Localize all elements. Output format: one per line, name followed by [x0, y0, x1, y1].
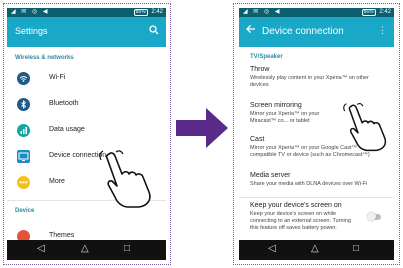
- data-usage-icon: [17, 124, 30, 137]
- tapping-hand-icon: [343, 103, 387, 152]
- nav-bar: ◁ △ □: [7, 240, 166, 260]
- battery-indicator: 86%: [133, 9, 148, 16]
- wifi-icon: [17, 72, 30, 85]
- device-connection-screen: ◢ ✉ ◎ ◀ 86% 2:42 Device connection ⋮ TV/…: [239, 8, 394, 260]
- settings-item-wifi[interactable]: Wi-Fi: [7, 66, 166, 92]
- home-icon[interactable]: △: [311, 243, 319, 254]
- setting-title: Media server: [250, 172, 291, 179]
- app-bar: Settings: [7, 17, 166, 47]
- setting-title: Keep your device's screen on: [250, 202, 342, 209]
- keep-screen-on-toggle[interactable]: [367, 212, 381, 221]
- settings-item-bluetooth[interactable]: Bluetooth: [7, 92, 166, 118]
- settings-item-label: Wi-Fi: [49, 74, 66, 81]
- settings-item-label: Bluetooth: [49, 100, 79, 107]
- more-icon: •••: [17, 176, 30, 189]
- recents-icon[interactable]: □: [124, 243, 130, 254]
- status-time: 2:42: [379, 9, 391, 15]
- settings-item-data-usage[interactable]: Data usage: [7, 118, 166, 144]
- setting-throw[interactable]: Throw Wirelessly play content in your Xp…: [250, 66, 385, 89]
- app-bar: Device connection ⋮: [239, 17, 394, 47]
- home-icon[interactable]: △: [81, 243, 89, 254]
- page-title: Device connection: [262, 26, 344, 37]
- battery-indicator: 86%: [361, 9, 376, 16]
- device-connection-icon: [17, 150, 30, 163]
- section-header-device: Device: [15, 208, 35, 214]
- status-time: 2:42: [151, 9, 163, 15]
- settings-item-label: Themes: [49, 232, 75, 239]
- tapping-hand-icon: [99, 150, 151, 208]
- settings-screen: ◢ ✉ ◎ ◀ 86% 2:42 Settings Wireless & net…: [7, 8, 166, 260]
- page-title: Settings: [15, 26, 48, 36]
- nav-bar: ◁ △ □: [239, 240, 394, 260]
- right-arrow-icon: [176, 108, 228, 148]
- search-icon[interactable]: [149, 25, 159, 38]
- divider: [239, 197, 394, 198]
- back-icon[interactable]: ◁: [268, 243, 276, 254]
- section-header-wireless: Wireless & networks: [15, 55, 74, 61]
- setting-description: Keep your device's screen on while conne…: [250, 211, 351, 231]
- overflow-menu-icon[interactable]: ⋮: [378, 25, 387, 36]
- setting-description: Wirelessly play content in your Xperia™ …: [250, 75, 369, 88]
- setting-media-server[interactable]: Media server Share your media with DLNA …: [250, 172, 385, 188]
- status-icons: ◢ ✉ ◎ ◀: [11, 9, 50, 15]
- status-right: 86% 2:42: [133, 8, 163, 17]
- settings-item-label: Device connection: [49, 152, 107, 159]
- setting-keep-screen-on[interactable]: Keep your device's screen on Keep your d…: [250, 202, 360, 232]
- settings-item-label: More: [49, 178, 65, 185]
- status-right: 86% 2:42: [361, 8, 391, 17]
- back-icon[interactable]: ◁: [37, 243, 45, 254]
- recents-icon[interactable]: □: [353, 243, 359, 254]
- status-bar: ◢ ✉ ◎ ◀ 86% 2:42: [7, 8, 166, 17]
- status-bar: ◢ ✉ ◎ ◀ 86% 2:42: [239, 8, 394, 17]
- section-header-tv-speaker: TV/Speaker: [250, 54, 283, 60]
- setting-description: Mirror your Xperia™ on your Miracast™ co…: [250, 111, 320, 124]
- status-icons: ◢ ✉ ◎ ◀: [243, 9, 282, 15]
- setting-title: Throw: [250, 66, 270, 73]
- bluetooth-icon: [17, 98, 30, 111]
- settings-item-label: Data usage: [49, 126, 85, 133]
- setting-description: Share your media with DLNA devices over …: [250, 181, 368, 187]
- back-arrow-icon[interactable]: [246, 24, 256, 37]
